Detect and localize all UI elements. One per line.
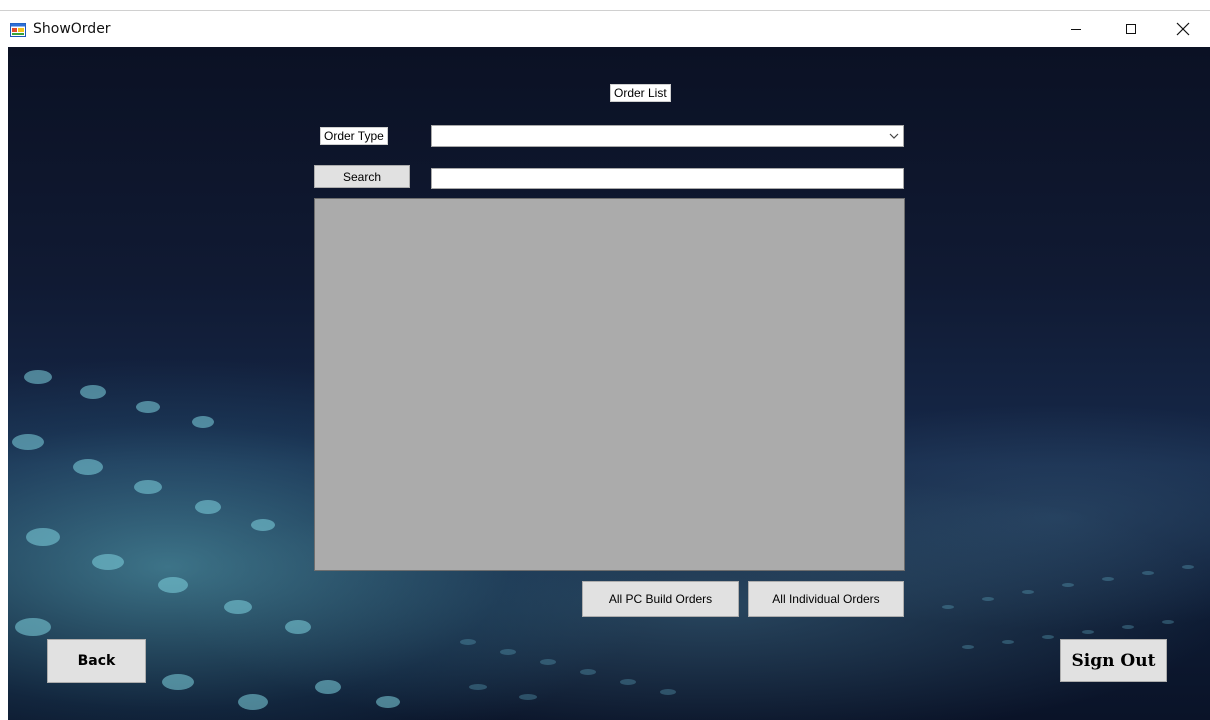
close-button[interactable] [1160,11,1206,47]
back-button[interactable]: Back [47,639,146,683]
search-input[interactable] [431,168,904,189]
minimize-button[interactable] [1053,11,1099,47]
sign-out-button[interactable]: Sign Out [1060,639,1167,682]
chevron-down-icon [889,133,899,139]
window-title: ShowOrder [33,21,111,37]
title-bar: ShowOrder [0,10,1210,47]
close-icon [1176,22,1190,36]
order-type-dropdown[interactable] [431,125,904,147]
app-icon [10,22,26,38]
all-pc-build-orders-button[interactable]: All PC Build Orders [582,581,739,617]
all-individual-orders-button[interactable]: All Individual Orders [748,581,904,617]
minimize-icon [1071,29,1081,30]
maximize-button[interactable] [1108,11,1154,47]
form-client-area: Order List Order Type Search All PC Buil… [8,47,1210,720]
search-button[interactable]: Search [314,165,410,188]
maximize-icon [1126,24,1136,34]
showorder-window: ShowOrder Order List Order Type Search A… [0,0,1210,720]
order-list-heading: Order List [610,84,671,102]
orders-data-grid[interactable] [314,198,905,571]
order-type-label: Order Type [320,127,388,145]
